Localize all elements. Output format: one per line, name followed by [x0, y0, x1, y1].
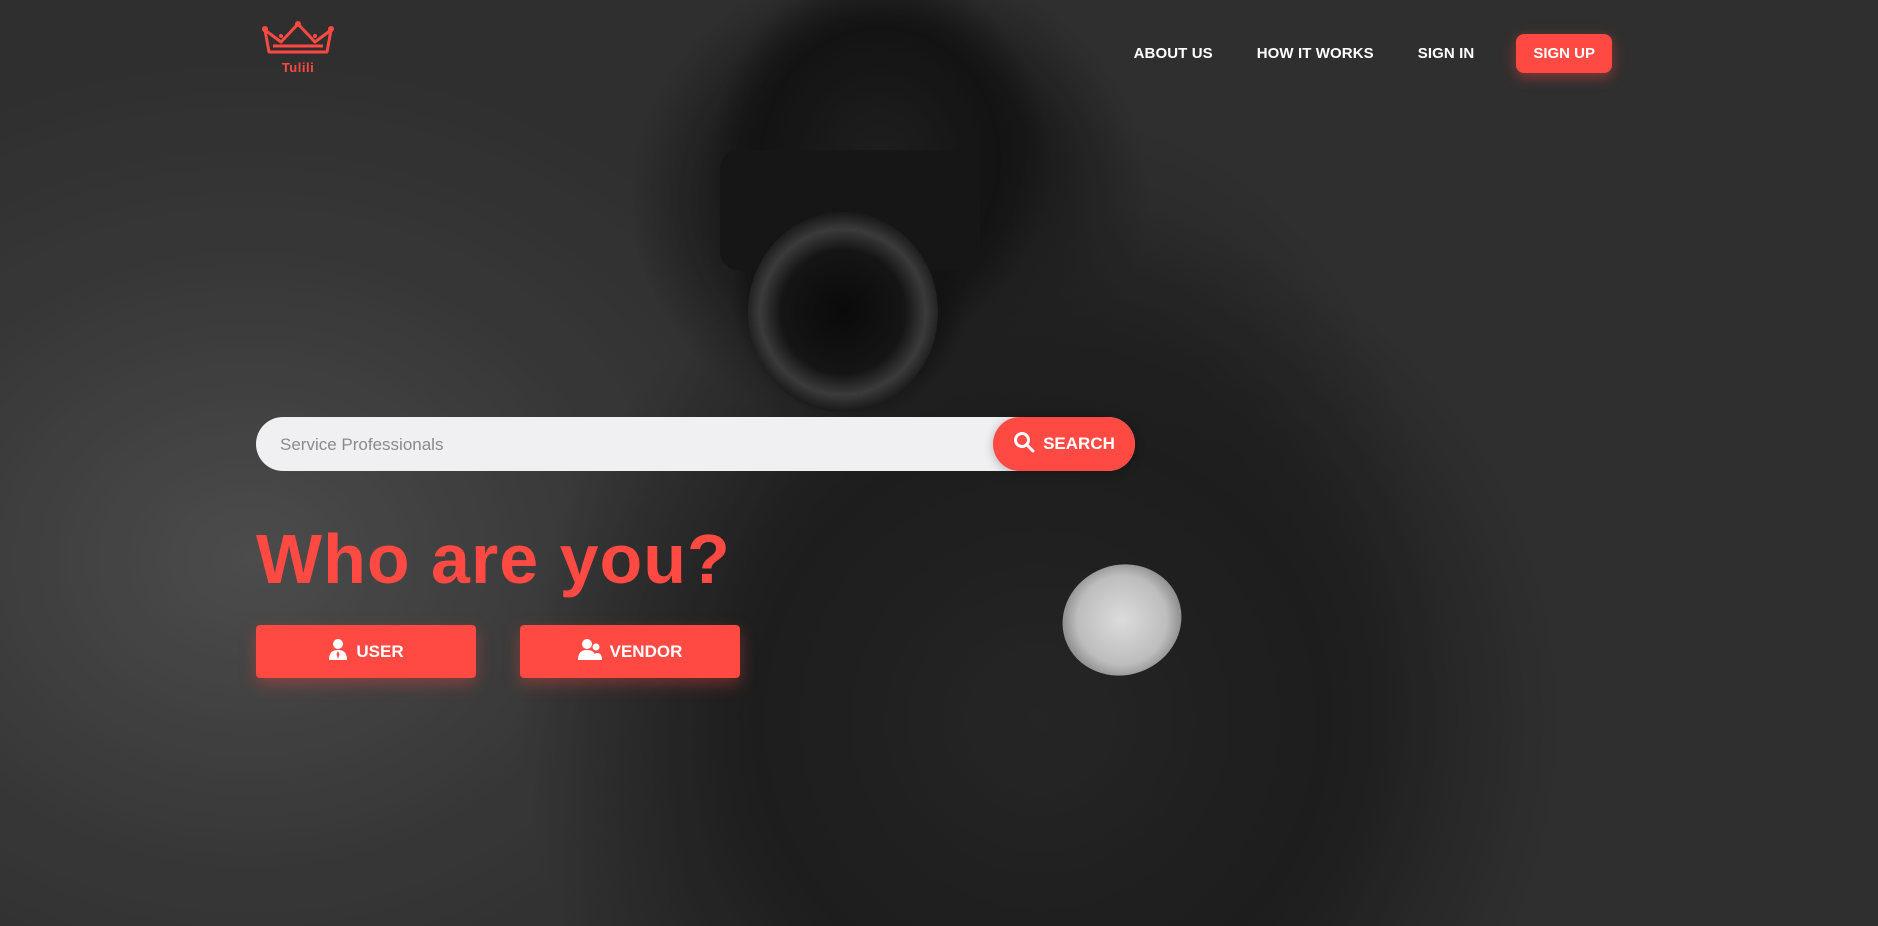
- vendor-role-button[interactable]: VENDOR: [520, 625, 740, 678]
- search-input[interactable]: [278, 417, 1002, 473]
- user-icon: [328, 638, 348, 665]
- search-icon: [1013, 431, 1035, 458]
- vendor-button-label: VENDOR: [609, 641, 683, 661]
- site-header: Tulili ABOUT US HOW IT WORKS SIGN IN SIG…: [0, 0, 1878, 100]
- user-button-label: USER: [356, 641, 404, 661]
- camera-lens-shape: [748, 212, 938, 412]
- main-nav: ABOUT US HOW IT WORKS SIGN IN SIGN UP: [1090, 34, 1612, 73]
- hero-heading: Who are you?: [256, 520, 731, 598]
- search-button-label: SEARCH: [1043, 434, 1115, 453]
- nav-about-us[interactable]: ABOUT US: [1134, 45, 1213, 62]
- search-bar: SEARCH: [256, 417, 1135, 473]
- nav-how-it-works[interactable]: HOW IT WORKS: [1257, 45, 1374, 62]
- page: Tulili ABOUT US HOW IT WORKS SIGN IN SIG…: [0, 0, 1878, 926]
- brand-logo[interactable]: Tulili: [258, 20, 338, 82]
- user-role-button[interactable]: USER: [256, 625, 476, 678]
- sign-up-button[interactable]: SIGN UP: [1516, 34, 1612, 73]
- crown-icon: [258, 20, 338, 58]
- users-icon: [577, 638, 602, 665]
- nav-sign-in[interactable]: SIGN IN: [1418, 45, 1475, 62]
- logo-text: Tulili: [281, 60, 315, 75]
- search-button[interactable]: SEARCH: [993, 417, 1135, 471]
